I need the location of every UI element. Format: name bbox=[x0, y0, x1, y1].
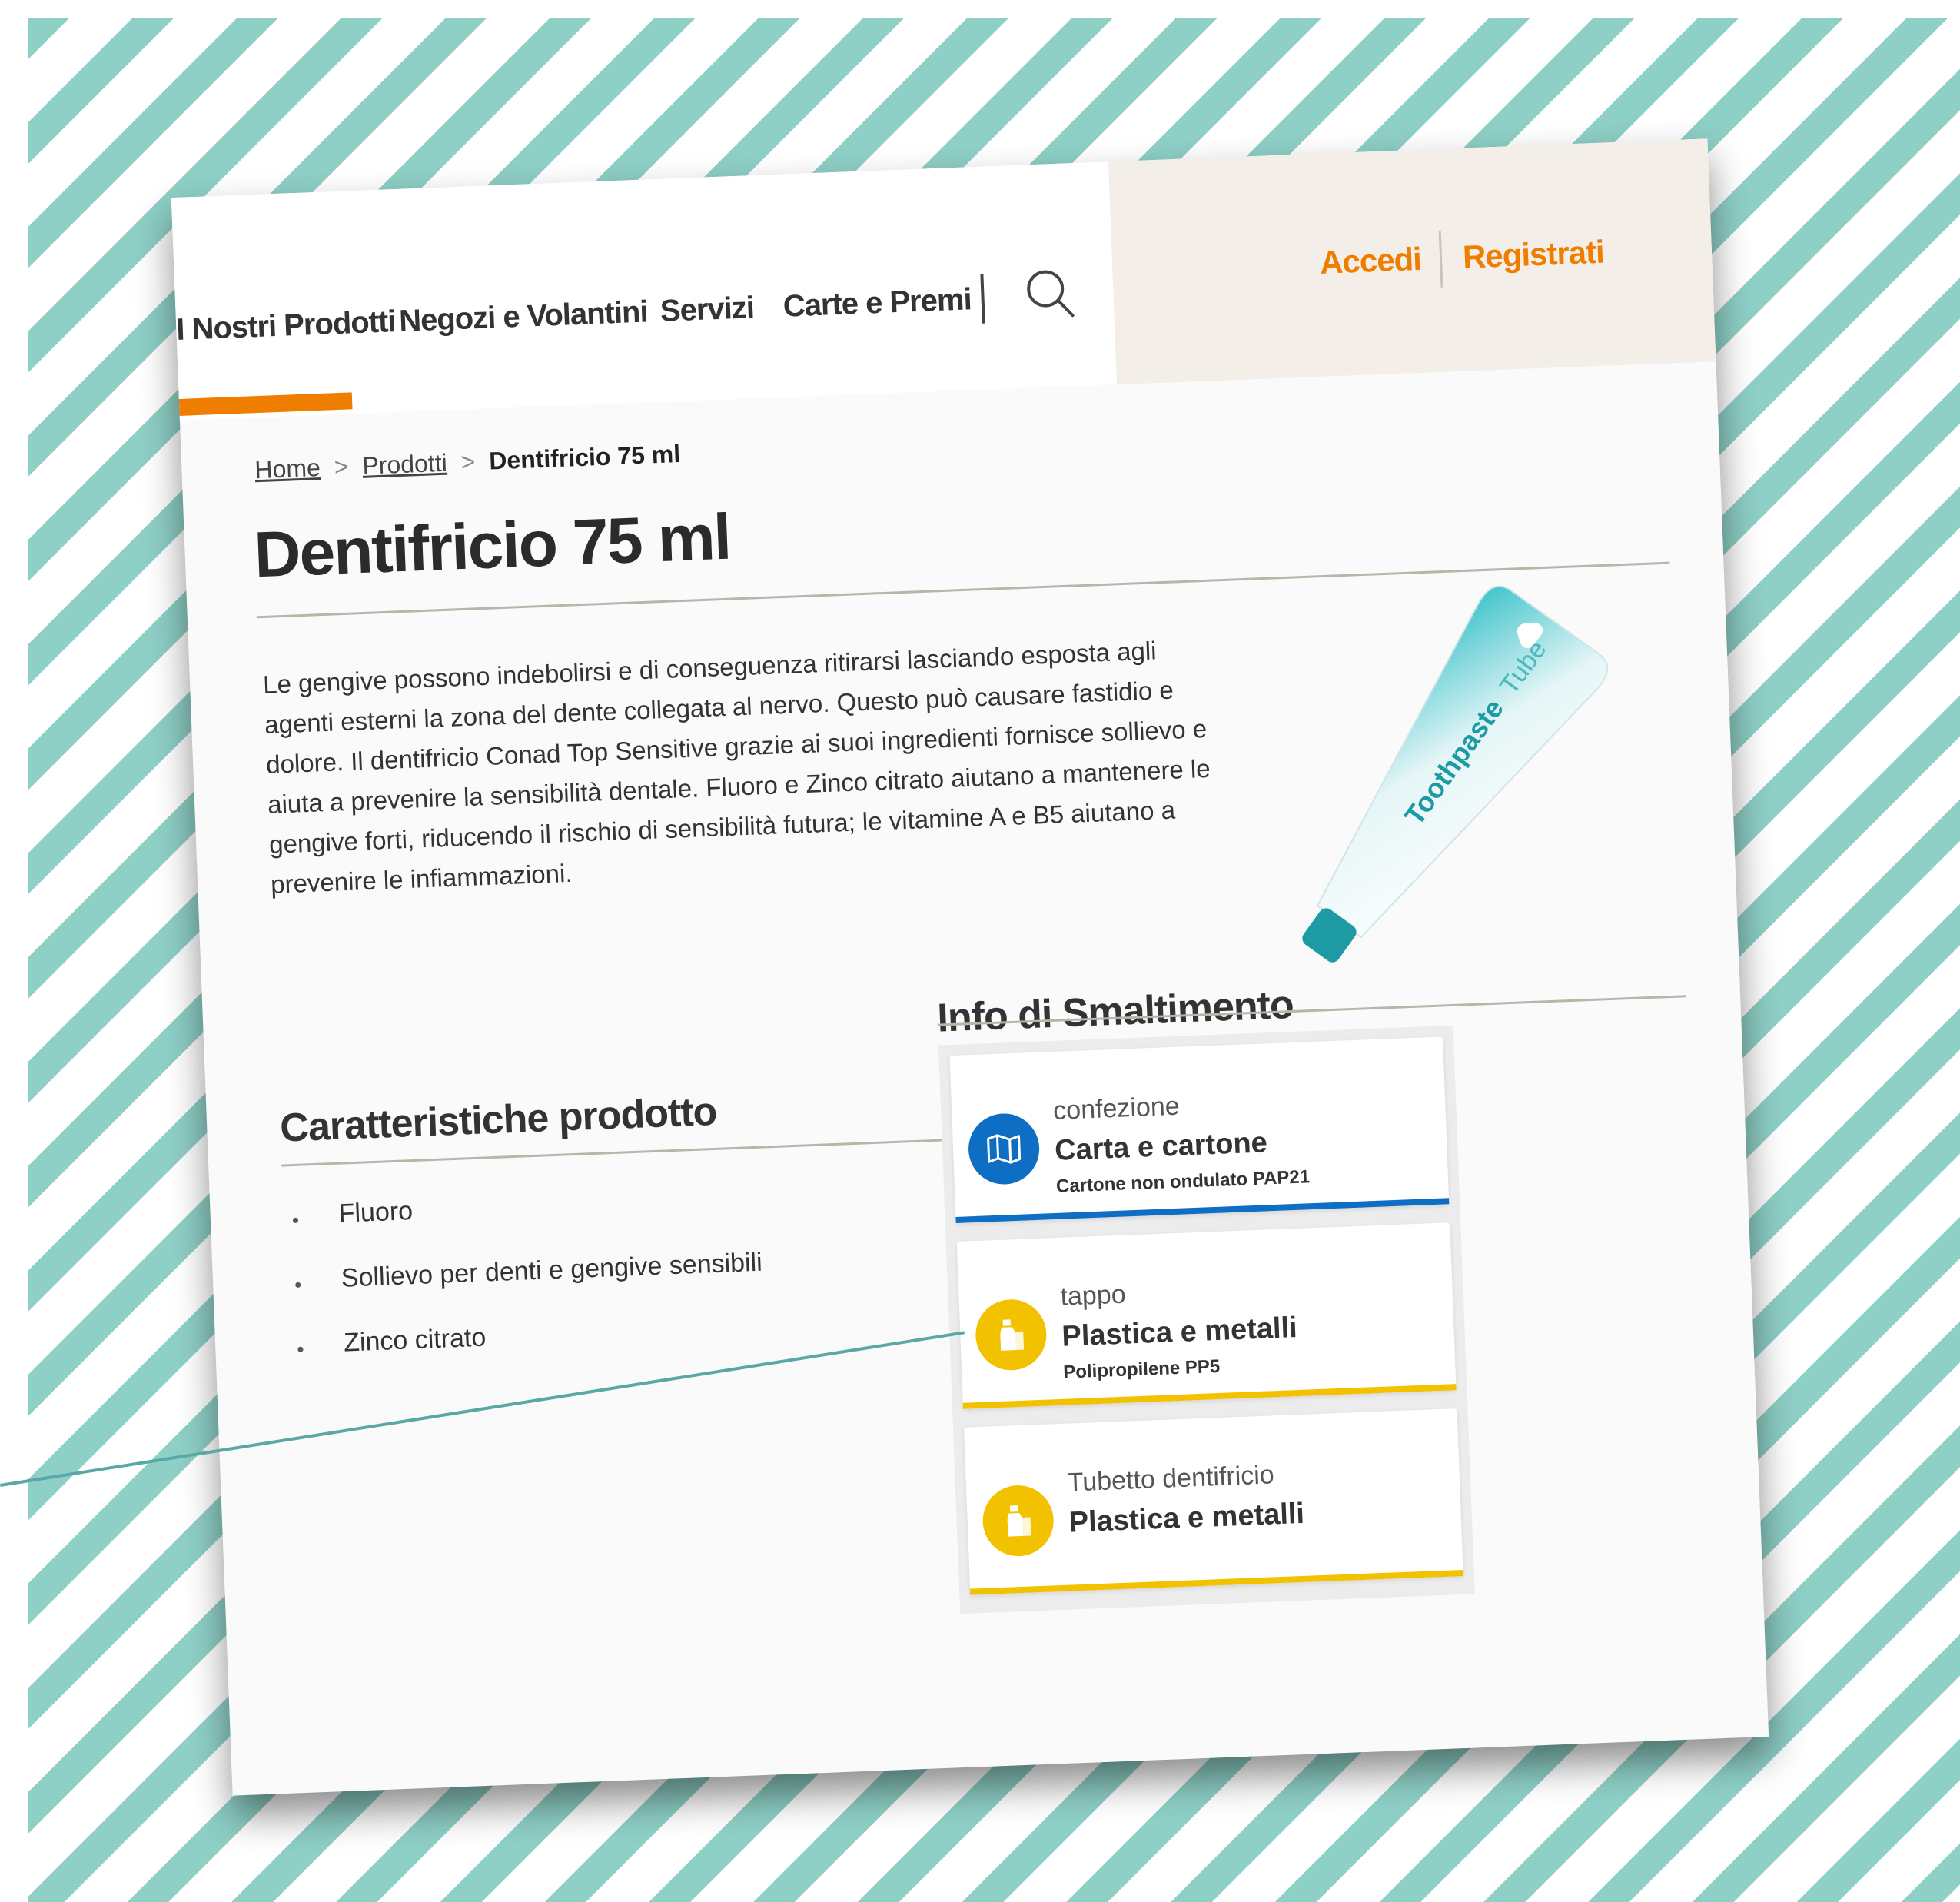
disposal-color-bar bbox=[955, 1198, 1450, 1223]
disposal-material: Plastica e metalli bbox=[1068, 1497, 1305, 1539]
main-nav: I Nostri Prodotti Negozi e Volantini Ser… bbox=[171, 161, 1118, 421]
disposal-color-bar bbox=[970, 1569, 1463, 1595]
disposal-detail: Cartone non ondulato PAP21 bbox=[1055, 1166, 1311, 1197]
product-image: Toothpaste Tube bbox=[1269, 527, 1625, 1016]
active-nav-indicator bbox=[178, 392, 353, 416]
nav-item-carte-premi[interactable]: Carte e Premi bbox=[782, 282, 972, 324]
disposal-card-tappo: tappo Plastica e metalli Polipropilene P… bbox=[956, 1222, 1457, 1409]
auth-divider bbox=[1438, 230, 1443, 288]
nav-item-servizi[interactable]: Servizi bbox=[659, 291, 755, 329]
nav-divider bbox=[980, 274, 985, 324]
screenshot-card: I Nostri Prodotti Negozi e Volantini Ser… bbox=[171, 138, 1769, 1796]
disposal-material: Plastica e metalli bbox=[1061, 1312, 1298, 1353]
nav-item-nostri-prodotti[interactable]: I Nostri Prodotti bbox=[176, 304, 397, 347]
features-title: Caratteristiche prodotto bbox=[279, 1089, 718, 1151]
page-title: Dentifricio 75 ml bbox=[252, 500, 732, 591]
disposal-component: Tubetto dentifricio bbox=[1067, 1460, 1275, 1498]
search-icon[interactable] bbox=[1020, 261, 1084, 325]
register-link[interactable]: Registrati bbox=[1462, 234, 1604, 276]
disposal-detail: Polipropilene PP5 bbox=[1062, 1355, 1221, 1383]
breadcrumb-home-link[interactable]: Home bbox=[254, 454, 321, 484]
disposal-card-confezione: confezione Carta e cartone Cartone non o… bbox=[949, 1036, 1450, 1223]
disposal-list: confezione Carta e cartone Cartone non o… bbox=[938, 1025, 1475, 1614]
auth-panel: Accedi Registrati bbox=[1108, 138, 1716, 385]
nav-item-negozi-volantini[interactable]: Negozi e Volantini bbox=[398, 294, 648, 338]
breadcrumb: Home > Prodotti > Dentifricio 75 ml bbox=[254, 440, 681, 484]
bottle-icon bbox=[981, 1484, 1055, 1558]
map-icon bbox=[967, 1112, 1041, 1186]
chevron-right-icon: > bbox=[460, 447, 476, 476]
chevron-right-icon: > bbox=[334, 452, 350, 481]
disposal-color-bar bbox=[962, 1384, 1457, 1409]
disposal-material: Carta e cartone bbox=[1054, 1126, 1268, 1167]
disposal-component: confezione bbox=[1052, 1091, 1181, 1126]
breadcrumb-current: Dentifricio 75 ml bbox=[488, 439, 681, 475]
breadcrumb-products-link[interactable]: Prodotti bbox=[362, 449, 448, 480]
login-link[interactable]: Accedi bbox=[1319, 241, 1421, 281]
disposal-card-tubetto: Tubetto dentifricio Plastica e metalli bbox=[963, 1408, 1463, 1595]
features-list: Fluoro Sollievo per denti e gengive sens… bbox=[283, 1183, 766, 1395]
disposal-component: tappo bbox=[1059, 1279, 1127, 1312]
bottle-icon bbox=[974, 1298, 1048, 1372]
product-description: Le gengive possono indebolirsi e di cons… bbox=[262, 636, 1211, 899]
